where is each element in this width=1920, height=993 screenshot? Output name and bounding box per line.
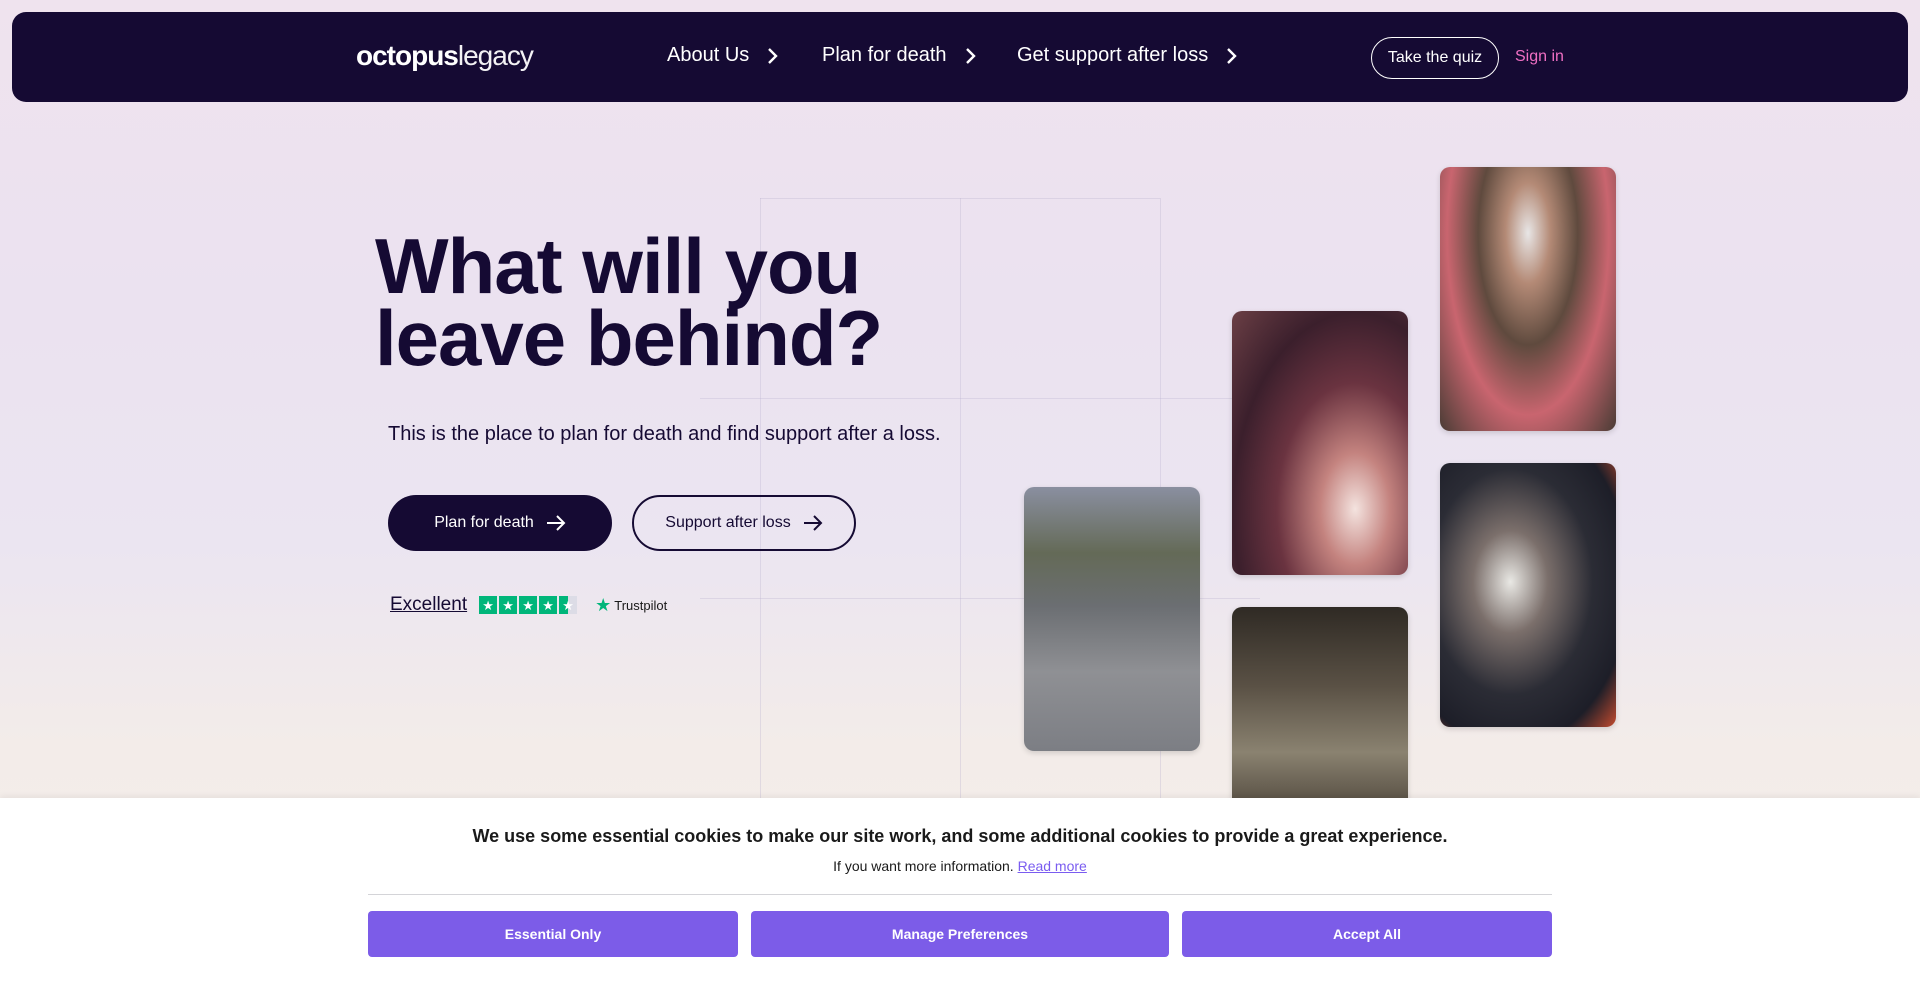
trustpilot-wordmark: Trustpilot <box>614 597 668 613</box>
cookie-info: If you want more information. Read more <box>0 858 1920 874</box>
trustpilot-rating[interactable]: Excellent ★ ★ ★ ★ ★ ★ Trustpilot <box>390 594 667 616</box>
cookie-divider <box>368 894 1552 895</box>
child-bicycle-photo <box>1024 487 1200 751</box>
arrow-right-icon <box>546 515 566 531</box>
plan-for-death-button-label: Plan for death <box>434 514 534 531</box>
nav-get-support-label: Get support after loss <box>1017 44 1209 66</box>
half-star-icon: ★ <box>559 596 578 614</box>
cookie-banner: We use some essential cookies to make ou… <box>0 798 1920 993</box>
grid-line-horizontal <box>700 398 1260 399</box>
trustpilot-star-icon: ★ <box>595 594 612 615</box>
essential-only-button[interactable]: Essential Only <box>368 911 738 957</box>
hero-title-line-2: leave behind? <box>375 294 883 382</box>
arrow-right-icon <box>803 515 823 531</box>
birthday-cake-photo <box>1232 311 1408 575</box>
trustpilot-logo: ★ Trustpilot <box>595 595 667 616</box>
top-navigation: octopuslegacy About Us Plan for death Ge… <box>12 12 1908 102</box>
grid-line-vertical <box>960 198 961 798</box>
logo-word-legacy: legacy <box>457 40 534 71</box>
star-icon: ★ <box>519 596 538 614</box>
take-quiz-button[interactable]: Take the quiz <box>1371 37 1499 79</box>
grid-line-horizontal <box>760 198 1160 199</box>
nav-plan-for-death[interactable]: Plan for death <box>822 44 977 67</box>
star-icon: ★ <box>479 596 498 614</box>
support-after-loss-button-label: Support after loss <box>665 514 791 531</box>
star-icon: ★ <box>539 596 558 614</box>
chevron-right-icon <box>768 47 778 64</box>
nav-get-support-after-loss[interactable]: Get support after loss <box>1017 44 1238 67</box>
chevron-right-icon <box>965 47 976 64</box>
nav-about-us[interactable]: About Us <box>667 44 779 67</box>
accept-all-button[interactable]: Accept All <box>1182 911 1552 957</box>
octopus-legacy-logo[interactable]: octopuslegacy <box>356 40 534 72</box>
plan-for-death-button[interactable]: Plan for death <box>388 495 612 551</box>
nav-plan-for-death-label: Plan for death <box>822 44 947 66</box>
cookie-title: We use some essential cookies to make ou… <box>472 826 1448 846</box>
hero-title-line-1: What will you <box>375 222 861 310</box>
manage-preferences-button[interactable]: Manage Preferences <box>751 911 1169 957</box>
star-icon: ★ <box>499 596 518 614</box>
logo-word-octopus: octopus <box>356 40 459 71</box>
hero-subtitle: This is the place to plan for death and … <box>388 423 941 445</box>
read-more-link[interactable]: Read more <box>1018 858 1087 874</box>
chevron-right-icon <box>1227 47 1237 64</box>
support-after-loss-button[interactable]: Support after loss <box>632 495 856 551</box>
child-helmet-photo <box>1440 167 1616 431</box>
rating-stars: ★ ★ ★ ★ ★ <box>479 596 578 614</box>
cookie-info-text: If you want more information. <box>833 858 1014 874</box>
sign-in-link[interactable]: Sign in <box>1515 48 1564 66</box>
hero-title: What will you leave behind? <box>375 222 935 382</box>
firefighter-child-photo <box>1440 463 1616 727</box>
nav-about-us-label: About Us <box>667 44 750 66</box>
rating-word: Excellent <box>390 594 468 615</box>
